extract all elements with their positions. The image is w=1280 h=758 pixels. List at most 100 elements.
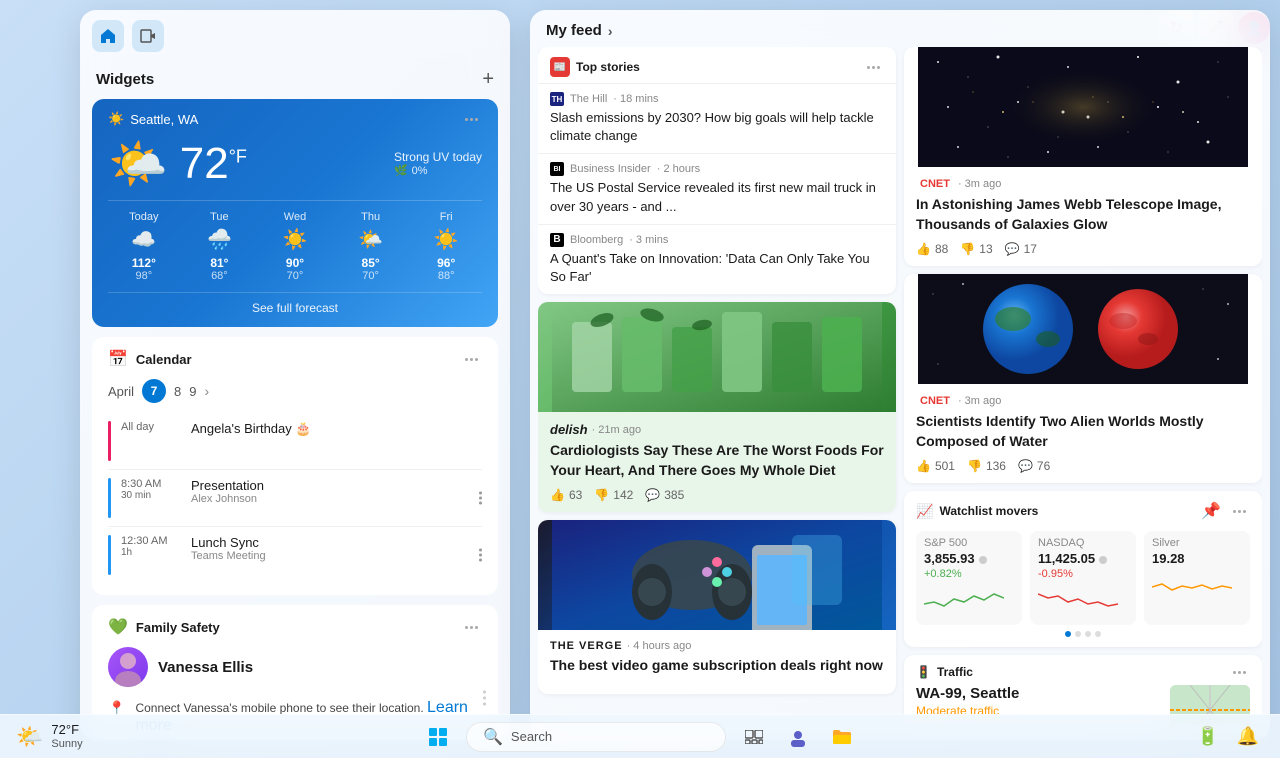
event-presentation-dots[interactable] xyxy=(479,492,482,505)
system-tray-icon[interactable]: 🔋 xyxy=(1192,721,1224,753)
weather-condition: Strong UV today xyxy=(394,150,482,164)
stock-silver[interactable]: Silver 19.28 xyxy=(1144,531,1250,625)
silver-sparkline xyxy=(1152,572,1232,602)
weather-forecast: Today ☁️ 112° 98° Tue 🌧️ 81° 68° Wed ☀️ … xyxy=(108,200,482,282)
galaxy-comment[interactable]: 💬 17 xyxy=(1005,242,1037,256)
news-item-hill[interactable]: TH The Hill · 18 mins Slash emissions by… xyxy=(538,83,896,153)
traffic-icon: 🚦 xyxy=(916,665,931,679)
feed-right-column: CNET · 3m ago In Astonishing James Webb … xyxy=(900,47,1262,725)
planets-svg xyxy=(904,274,1262,384)
cnet-planets-logo: CNET xyxy=(916,394,954,408)
calendar-event-lunch[interactable]: 12:30 AM 1h Lunch Sync Teams Meeting xyxy=(108,527,482,583)
widgets-panel: Widgets + ☀️ Seattle, WA 🌤️ 72°F xyxy=(80,10,510,740)
delish-logo: delish xyxy=(550,422,588,437)
watchlist-dot-1[interactable] xyxy=(1065,631,1071,637)
watchlist-title: 📈 Watchlist movers xyxy=(916,503,1038,520)
taskbar-search-bar[interactable]: 🔍 Search xyxy=(466,722,726,752)
watchlist-dot-4[interactable] xyxy=(1095,631,1101,637)
delish-card: delish · 21m ago Cardiologists Say These… xyxy=(538,302,896,512)
galaxy-like[interactable]: 👍 88 xyxy=(916,242,948,256)
sp500-sparkline xyxy=(924,584,1004,614)
teams-button[interactable] xyxy=(782,721,814,753)
watchlist-dot-2[interactable] xyxy=(1075,631,1081,637)
weather-sun-icon: 🌤️ xyxy=(108,135,168,192)
taskbar-weather-icon: 🌤️ xyxy=(16,724,43,750)
task-view-button[interactable] xyxy=(738,721,770,753)
cnet-galaxy-card: CNET · 3m ago In Astonishing James Webb … xyxy=(904,47,1262,266)
planets-dislike[interactable]: 👎 136 xyxy=(967,459,1006,473)
stock-sp500[interactable]: S&P 500 3,855.93 +0.82% xyxy=(916,531,1022,625)
verge-image xyxy=(538,520,896,630)
top-stories-menu[interactable] xyxy=(863,62,884,73)
delish-comment[interactable]: 💬385 xyxy=(645,488,684,502)
feed-title[interactable]: My feed › xyxy=(546,22,613,39)
taskbar-search-icon: 🔍 xyxy=(483,727,503,747)
family-safety-menu-dots[interactable] xyxy=(461,622,482,633)
cnet-galaxy-actions: 👍 88 👎 13 💬 17 xyxy=(916,242,1250,256)
news-item-bi[interactable]: BI Business Insider · 2 hours The US Pos… xyxy=(538,153,896,223)
widgets-home-icon[interactable] xyxy=(92,20,124,52)
weather-location: ☀️ Seattle, WA xyxy=(108,111,198,127)
stock-nasdaq[interactable]: NASDAQ 11,425.05 -0.95% xyxy=(1030,531,1136,625)
notification-icon[interactable]: 🔔 xyxy=(1232,721,1264,753)
calendar-icon: 📅 xyxy=(108,349,128,369)
widgets-add-button[interactable]: + xyxy=(482,68,494,91)
watchlist-dot-3[interactable] xyxy=(1085,631,1091,637)
calendar-menu-dots[interactable] xyxy=(461,354,482,365)
smoothie-svg xyxy=(538,302,896,412)
calendar-nav: April 7 8 9 › xyxy=(108,379,482,403)
planets-comment[interactable]: 💬 76 xyxy=(1018,459,1050,473)
task-view-icon xyxy=(745,730,763,744)
weather-menu-dots[interactable] xyxy=(461,114,482,125)
location-icon: ☀️ xyxy=(108,111,124,127)
taskbar: 🌤️ 72°F Sunny 🔍 Search xyxy=(0,714,1280,758)
taskbar-right: 🔋 🔔 xyxy=(1192,721,1264,753)
planets-like[interactable]: 👍 501 xyxy=(916,459,955,473)
delish-actions: 👍63 👎142 💬385 xyxy=(550,488,884,502)
delish-card-body: delish · 21m ago Cardiologists Say These… xyxy=(538,412,896,512)
galaxy-svg xyxy=(904,47,1262,167)
calendar-event-birthday[interactable]: All day Angela's Birthday 🎂 xyxy=(108,413,482,470)
calendar-next-arrow[interactable]: › xyxy=(204,383,209,399)
weather-widget: ☀️ Seattle, WA 🌤️ 72°F Strong UV today 🌿 xyxy=(92,99,498,327)
family-side-dots[interactable] xyxy=(483,691,486,706)
watchlist-pin-icon[interactable]: 📌 xyxy=(1201,501,1221,521)
top-stories-icon: 📰 xyxy=(550,57,570,77)
taskbar-weather[interactable]: 🌤️ 72°F Sunny xyxy=(16,722,83,751)
delish-like[interactable]: 👍63 xyxy=(550,488,582,502)
galaxy-dislike[interactable]: 👎 13 xyxy=(960,242,992,256)
family-person-vanessa: Vanessa Ellis xyxy=(108,647,482,687)
start-button[interactable] xyxy=(422,721,454,753)
file-explorer-button[interactable] xyxy=(826,721,858,753)
watchlist-stocks: S&P 500 3,855.93 +0.82% NASDAQ xyxy=(916,531,1250,625)
traffic-menu-dots[interactable] xyxy=(1229,667,1250,678)
watchlist-header: 📈 Watchlist movers 📌 xyxy=(916,501,1250,521)
see-full-forecast-button[interactable]: See full forecast xyxy=(108,292,482,315)
nasdaq-sparkline xyxy=(1038,584,1118,614)
delish-dislike[interactable]: 👎142 xyxy=(594,488,633,502)
planets-image xyxy=(904,274,1262,384)
traffic-title: 🚦 Traffic xyxy=(916,665,973,679)
traffic-header: 🚦 Traffic xyxy=(916,665,1250,679)
watchlist-menu-dots[interactable] xyxy=(1229,506,1250,517)
cnet-galaxy-logo: CNET xyxy=(916,177,954,191)
verge-logo: THE VERGE xyxy=(550,640,623,652)
widgets-video-icon[interactable] xyxy=(132,20,164,52)
event-lunch-dots[interactable] xyxy=(479,549,482,562)
calendar-event-presentation[interactable]: 8:30 AM 30 min Presentation Alex Johnson xyxy=(108,470,482,527)
feed-panel: My feed › 📰 Top stories xyxy=(530,10,1270,740)
watchlist-card: 📈 Watchlist movers 📌 xyxy=(904,491,1262,647)
family-safety-icon: 💚 xyxy=(108,617,128,637)
galaxy-image xyxy=(904,47,1262,167)
news-item-bloomberg[interactable]: B Bloomberg · 3 mins A Quant's Take on I… xyxy=(538,224,896,294)
bloomberg-source-icon: B xyxy=(550,233,564,247)
calendar-title: Calendar xyxy=(136,352,192,367)
verge-card-body: THE VERGE · 4 hours ago The best video g… xyxy=(538,630,896,694)
calendar-day-7[interactable]: 7 xyxy=(142,379,166,403)
feed-chevron-icon: › xyxy=(608,23,613,39)
watchlist-star-icon: 📈 xyxy=(916,503,933,520)
feed-left-column: 📰 Top stories TH The Hill · 18 mins xyxy=(538,47,900,725)
teams-icon xyxy=(788,727,808,747)
bi-source-icon: BI xyxy=(550,162,564,176)
cnet-galaxy-body: CNET · 3m ago In Astonishing James Webb … xyxy=(904,167,1262,266)
